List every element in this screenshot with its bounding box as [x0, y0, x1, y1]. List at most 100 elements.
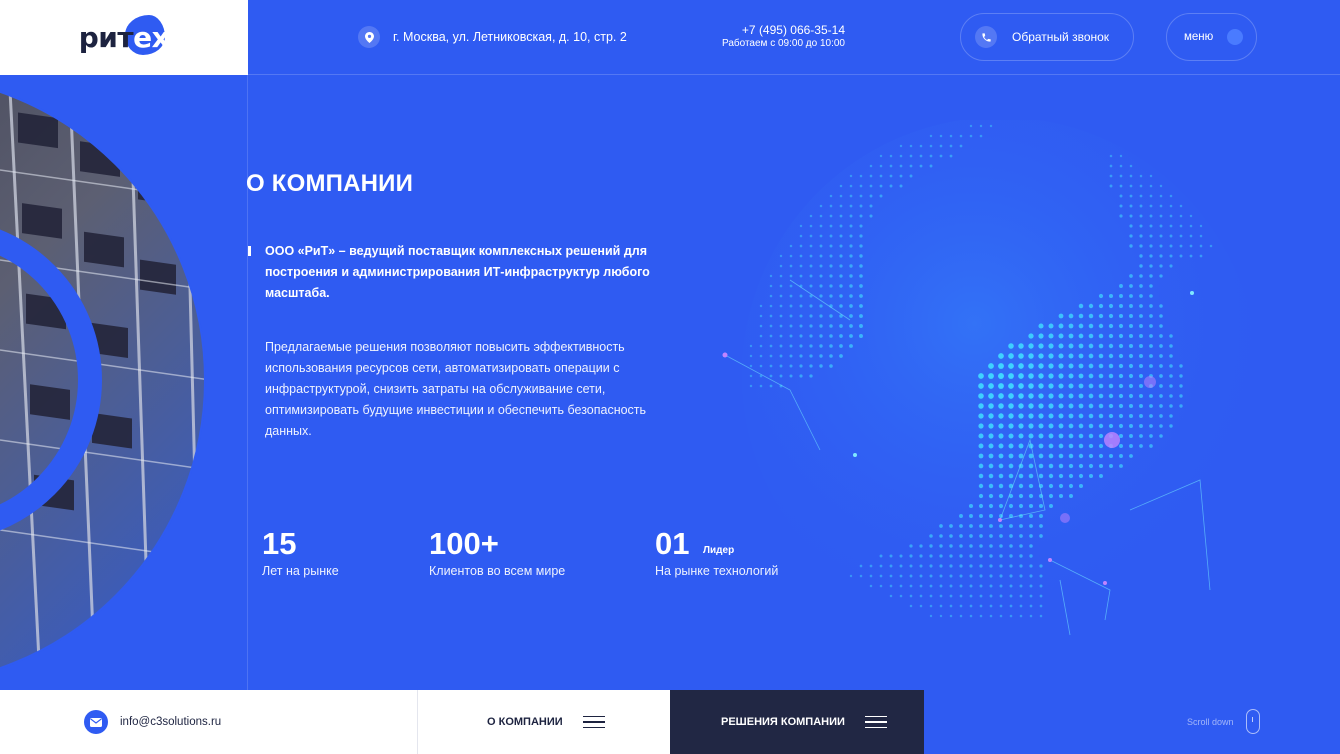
- globe-dot: [899, 154, 903, 158]
- logo-link[interactable]: ритex: [0, 0, 248, 75]
- globe-dot: [1129, 184, 1133, 188]
- globe-dot: [839, 194, 843, 198]
- globe-dot: [968, 503, 974, 509]
- callback-button[interactable]: Обратный звонок: [960, 13, 1134, 61]
- stat-value: 15: [262, 526, 297, 561]
- footer-email[interactable]: info@c3solutions.ru: [0, 690, 417, 754]
- globe-dot: [849, 264, 853, 268]
- globe-dot: [769, 324, 773, 328]
- globe-dot: [839, 234, 843, 238]
- scroll-down-hint[interactable]: Scroll down: [1187, 709, 1260, 734]
- globe-dot: [749, 384, 753, 388]
- globe-dot: [859, 274, 863, 278]
- location-pin-icon: [358, 26, 380, 48]
- globe-dot: [959, 524, 963, 528]
- globe-dot: [819, 254, 823, 258]
- globe-dot: [1169, 204, 1173, 208]
- globe-dot: [1088, 313, 1094, 319]
- globe-dot: [1169, 354, 1173, 358]
- globe-dot: [1169, 224, 1173, 228]
- globe-dot: [1018, 353, 1024, 359]
- globe-dot: [1129, 314, 1133, 318]
- globe-dot: [1058, 393, 1064, 399]
- globe-dot: [799, 254, 803, 258]
- globe-dot: [1159, 254, 1163, 258]
- globe-dot: [1018, 473, 1024, 479]
- globe-dot: [1159, 194, 1163, 198]
- globe-dot: [939, 544, 943, 548]
- globe-dot: [779, 314, 783, 318]
- menu-button[interactable]: меню: [1166, 13, 1257, 61]
- footer-about-button[interactable]: О КОМПАНИИ: [417, 690, 670, 754]
- globe-dot: [799, 344, 803, 348]
- globe-dot: [929, 604, 933, 608]
- globe-dot: [1098, 353, 1104, 359]
- globe-dot: [1109, 174, 1113, 178]
- menu-dot-icon: [1227, 29, 1244, 45]
- globe-dot: [1159, 314, 1163, 318]
- footer-solutions-button[interactable]: РЕШЕНИЯ КОМПАНИИ: [670, 690, 924, 754]
- globe-dot: [749, 374, 753, 378]
- globe-dot: [988, 513, 994, 519]
- globe-dot: [998, 403, 1004, 409]
- globe-dot: [799, 244, 803, 248]
- globe-dot: [779, 274, 783, 278]
- globe-dot: [1169, 414, 1173, 418]
- globe-dot: [1048, 333, 1054, 339]
- globe-dot: [998, 463, 1004, 469]
- globe-dot: [1119, 284, 1123, 288]
- globe-dot: [1058, 383, 1064, 389]
- globe-dot: [789, 254, 793, 258]
- globe-dot: [1118, 403, 1124, 409]
- globe-dot: [789, 334, 793, 338]
- globe-dot: [1048, 393, 1054, 399]
- globe-dot: [919, 544, 923, 548]
- globe-dot: [799, 354, 803, 358]
- globe-dot: [939, 154, 943, 158]
- globe-dot: [1088, 463, 1094, 469]
- globe-dot: [819, 234, 823, 238]
- globe-dot: [959, 604, 963, 608]
- globe-dot: [889, 574, 893, 578]
- globe-dot: [969, 554, 973, 558]
- globe-dot: [1169, 264, 1173, 268]
- globe-dot: [978, 483, 984, 489]
- globe-dot: [1009, 594, 1013, 598]
- globe-dot: [1118, 363, 1124, 369]
- globe-dot: [1118, 443, 1124, 449]
- globe-dot: [1019, 564, 1023, 568]
- globe-dot: [1078, 463, 1084, 469]
- globe-dot: [1019, 584, 1023, 588]
- globe-dot: [839, 264, 843, 268]
- globe-dot: [1039, 534, 1043, 538]
- globe-dot: [1159, 344, 1163, 348]
- globe-dot: [779, 344, 783, 348]
- globe-dot: [799, 224, 803, 228]
- globe-dot: [789, 324, 793, 328]
- globe-dot: [1038, 473, 1044, 479]
- globe-dot: [1008, 363, 1014, 369]
- globe-dot: [988, 473, 994, 479]
- globe-dot: [1209, 244, 1213, 248]
- globe-dot: [859, 294, 863, 298]
- globe-dot: [829, 254, 833, 258]
- globe-dot: [909, 594, 913, 598]
- globe-dot: [988, 393, 994, 399]
- globe-dot: [1159, 404, 1163, 408]
- globe-dot: [1159, 384, 1163, 388]
- globe-dot: [809, 364, 813, 368]
- globe-dot: [1058, 453, 1064, 459]
- globe-dot: [1058, 463, 1064, 469]
- globe-dot: [1128, 333, 1134, 339]
- globe-dot: [1179, 224, 1183, 228]
- globe-dot: [919, 154, 923, 158]
- globe-dot: [839, 244, 843, 248]
- globe-dot: [809, 254, 813, 258]
- globe-dot: [1058, 483, 1064, 489]
- globe-dot: [1019, 614, 1023, 618]
- phone-number[interactable]: +7 (495) 066-35-14: [700, 23, 845, 37]
- globe-dot: [1088, 403, 1094, 409]
- globe-dot: [879, 184, 883, 188]
- globe-dot: [1149, 194, 1153, 198]
- globe-dot: [1068, 393, 1074, 399]
